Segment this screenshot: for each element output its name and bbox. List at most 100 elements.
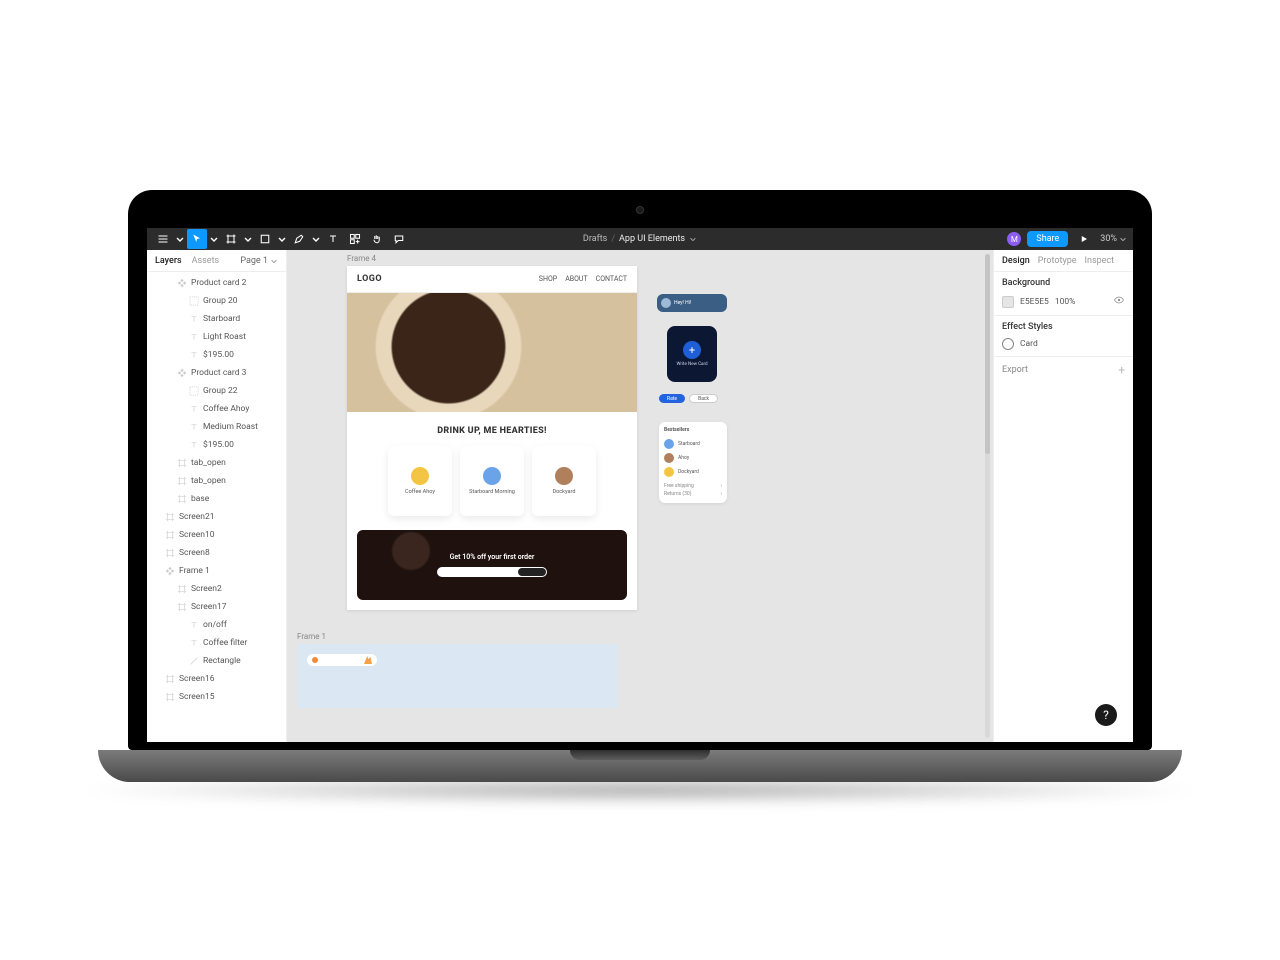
mock-add-card[interactable]: + Write New Card (667, 326, 717, 382)
mock-card-caption: Coffee Ahoy (405, 489, 435, 495)
text-icon (189, 350, 199, 360)
menu-icon[interactable] (153, 229, 173, 249)
mock-nav-link: ABOUT (565, 275, 587, 283)
frame-4[interactable]: LOGO SHOP ABOUT CONTACT DRINK UP, ME HEA… (347, 266, 637, 610)
layer-row[interactable]: Screen2 (147, 580, 286, 598)
mock-notif-text: Hey! Hi! (674, 300, 691, 306)
app-screen: Drafts / App UI Elements M Share 30% (147, 228, 1133, 742)
color-swatch[interactable] (1002, 296, 1014, 308)
page-selector[interactable]: Page 1 (240, 256, 278, 266)
move-tool[interactable] (187, 229, 207, 249)
layer-label: Screen21 (179, 512, 215, 522)
mock-bestsellers-card[interactable]: Bestsellers StarboardAhoyDockyard Free s… (659, 422, 727, 503)
layer-label: Screen17 (191, 602, 227, 612)
chevron-down-icon (1119, 235, 1127, 243)
laptop-base (98, 750, 1182, 782)
layer-row[interactable]: Screen17 (147, 598, 286, 616)
layer-row[interactable]: Group 20 (147, 292, 286, 310)
share-button[interactable]: Share (1027, 231, 1068, 247)
layer-row[interactable]: Screen15 (147, 688, 286, 706)
breadcrumb-document[interactable]: App UI Elements (619, 234, 685, 244)
layer-row[interactable]: Group 22 (147, 382, 286, 400)
mock-promo-text: Get 10% off your first order (450, 553, 535, 561)
dot-icon (664, 453, 674, 463)
layer-row[interactable]: Starboard (147, 310, 286, 328)
layer-row[interactable]: Screen21 (147, 508, 286, 526)
menu-chevron-icon[interactable] (175, 229, 185, 249)
present-icon[interactable] (1074, 229, 1094, 249)
mock-notification-card[interactable]: Hey! Hi! (657, 294, 727, 312)
chevron-down-icon[interactable] (689, 235, 697, 243)
layer-row[interactable]: tab_open (147, 472, 286, 490)
mock-nav-link: CONTACT (596, 275, 627, 283)
tab-design[interactable]: Design (1002, 256, 1030, 266)
layer-list[interactable]: Product card 2Group 20StarboardLight Roa… (147, 272, 286, 742)
mock-meta-row: Free shipping‹ (664, 482, 722, 490)
resources-icon[interactable] (345, 229, 365, 249)
canvas[interactable]: Frame 4 LOGO SHOP ABOUT CONTACT DRINK UP… (287, 250, 993, 742)
tab-prototype[interactable]: Prototype (1038, 256, 1077, 266)
mock-card-row: Coffee AhoyStarboard MorningDockyard (347, 446, 637, 530)
text-icon (189, 332, 199, 342)
frame-icon (177, 494, 187, 504)
layer-row[interactable]: Coffee Ahoy (147, 400, 286, 418)
mock-item-label: Ahoy (678, 455, 689, 461)
comment-tool[interactable] (389, 229, 409, 249)
frame-chevron-icon[interactable] (243, 229, 253, 249)
mock-button-pair[interactable]: Rate Back (659, 394, 718, 403)
group-icon (189, 386, 199, 396)
frame-label[interactable]: Frame 1 (297, 632, 326, 641)
layer-row[interactable]: Product card 2 (147, 274, 286, 292)
background-hex[interactable]: E5E5E5 (1020, 297, 1049, 307)
tab-layers[interactable]: Layers (155, 256, 182, 266)
layer-row[interactable]: Screen8 (147, 544, 286, 562)
layer-row[interactable]: Medium Roast (147, 418, 286, 436)
background-opacity[interactable]: 100% (1055, 297, 1076, 307)
layer-row[interactable]: $195.00 (147, 346, 286, 364)
layer-label: tab_open (191, 458, 226, 468)
tab-inspect[interactable]: Inspect (1085, 256, 1115, 266)
layer-row[interactable]: base (147, 490, 286, 508)
pen-chevron-icon[interactable] (311, 229, 321, 249)
layer-row[interactable]: Screen10 (147, 526, 286, 544)
export-section[interactable]: Export + (994, 357, 1133, 383)
frame-1[interactable] (297, 644, 617, 708)
layer-row[interactable]: Rectangle (147, 652, 286, 670)
breadcrumb-root[interactable]: Drafts (583, 234, 607, 244)
frame-label[interactable]: Frame 4 (347, 254, 376, 263)
chevron-down-icon (270, 257, 278, 265)
layer-row[interactable]: tab_open (147, 454, 286, 472)
pen-tool[interactable] (289, 229, 309, 249)
hand-tool[interactable] (367, 229, 387, 249)
layer-row[interactable]: Frame 1 (147, 562, 286, 580)
group-icon (189, 296, 199, 306)
visibility-icon[interactable] (1113, 294, 1125, 309)
mock-promo: Get 10% off your first order (357, 530, 627, 600)
zoom-value: 30% (1100, 234, 1117, 244)
scrollbar-thumb[interactable] (985, 254, 990, 454)
layer-row[interactable]: $195.00 (147, 436, 286, 454)
zoom-dropdown[interactable]: 30% (1100, 234, 1127, 244)
layer-row[interactable]: on/off (147, 616, 286, 634)
help-button[interactable]: ? (1095, 704, 1117, 726)
layer-row[interactable]: Light Roast (147, 328, 286, 346)
layer-row[interactable]: Coffee filter (147, 634, 286, 652)
mock-hero-image (347, 292, 637, 412)
right-panel-tabs: Design Prototype Inspect (994, 250, 1133, 272)
shape-tool[interactable] (255, 229, 275, 249)
effect-style-row[interactable]: Card (1002, 338, 1125, 350)
dot-icon (483, 467, 501, 485)
layer-row[interactable]: Screen16 (147, 670, 286, 688)
move-chevron-icon[interactable] (209, 229, 219, 249)
user-avatar[interactable]: M (1007, 232, 1021, 246)
shape-chevron-icon[interactable] (277, 229, 287, 249)
text-tool[interactable] (323, 229, 343, 249)
layer-row[interactable]: Product card 3 (147, 364, 286, 382)
frame-tool[interactable] (221, 229, 241, 249)
plus-icon[interactable]: + (1118, 363, 1125, 377)
section-label: Background (1002, 278, 1125, 288)
frame-icon (165, 530, 175, 540)
tab-assets[interactable]: Assets (192, 256, 220, 266)
dot-icon (411, 467, 429, 485)
plus-icon: + (683, 341, 701, 359)
